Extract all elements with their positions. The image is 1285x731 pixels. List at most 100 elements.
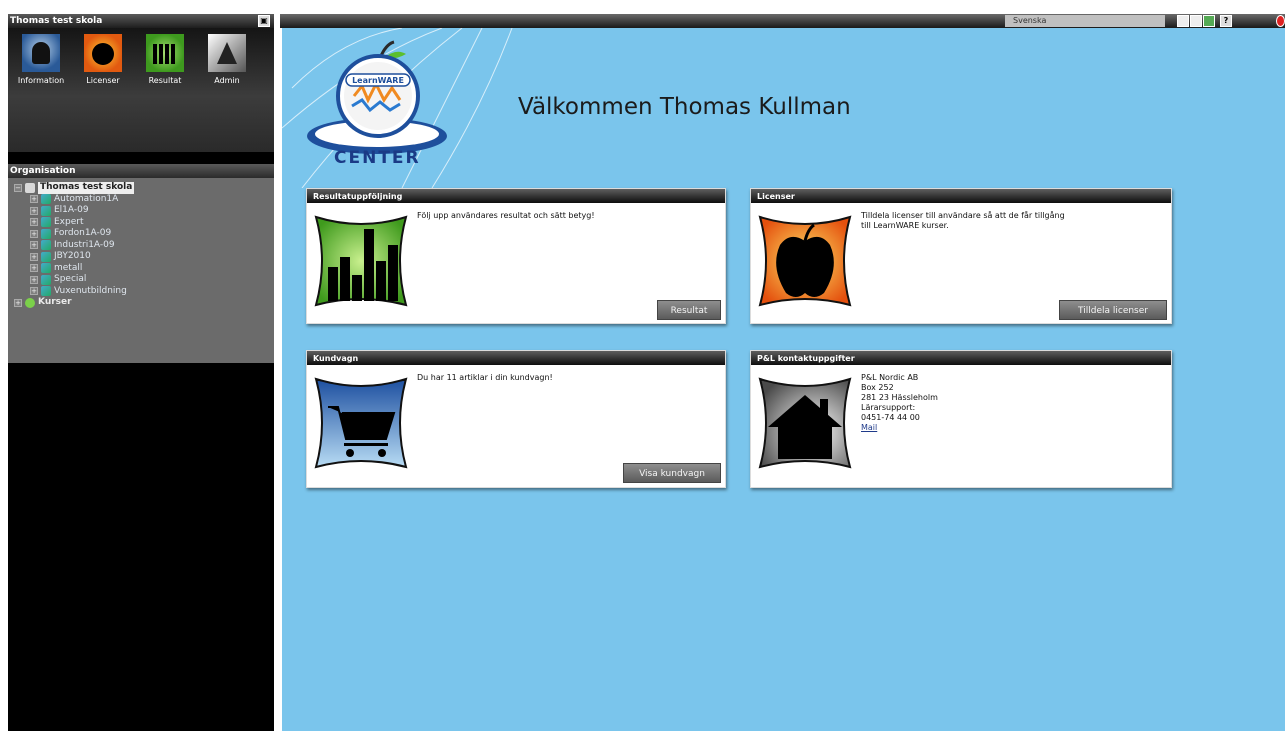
app-information[interactable]: Information [10,34,72,152]
collapse-panel-icon[interactable]: ▣ [258,15,270,27]
tree-item-label: Vuxenutbildning [54,285,127,296]
expand-icon[interactable]: + [30,218,38,227]
window-icon[interactable] [1190,15,1202,27]
tree-item-industri1a-09[interactable]: + Industri1A-09 [14,240,274,252]
expand-icon[interactable]: + [14,298,22,307]
language-select[interactable]: Svenska [1005,15,1165,27]
help-icon[interactable]: ? [1220,15,1232,27]
expand-icon[interactable]: + [30,195,38,204]
course-icon [25,297,35,308]
apple-icon [758,215,852,307]
tree-item-automation1a[interactable]: + Automation1A [14,194,274,206]
group-icon [41,228,51,239]
logo-text: CENTER [334,148,421,168]
expand-icon[interactable]: + [30,264,38,273]
contact-box: Box 252 [861,383,894,392]
tree-root-label: Thomas test skola [38,182,135,194]
card-kontakt-title: P&L kontaktuppgifter [751,351,1171,365]
card-kundvagn-text: Du har 11 artiklar i din kundvagn! [417,373,553,382]
contact-support-label: Lärarsupport: [861,403,916,412]
top-bar: Svenska ? [280,14,1285,28]
tree-item-label: Expert [54,216,84,227]
group-icon [41,274,51,285]
tree-root[interactable]: − Thomas test skola [14,182,274,194]
visa-kundvagn-button[interactable]: Visa kundvagn [623,463,721,483]
power-icon[interactable] [1276,15,1285,27]
expand-icon[interactable]: + [30,252,38,261]
information-icon [22,34,60,72]
contact-city: 281 23 Hässleholm [861,393,938,402]
shopping-cart-icon [314,377,408,469]
group-icon [41,205,51,216]
card-resultat-text: Följ upp användares resultat och sätt be… [417,211,595,220]
group-icon [41,263,51,274]
card-licenser-text: Tilldela licenser till användare så att … [861,211,1065,231]
resultat-button[interactable]: Resultat [657,300,721,320]
house-icon [758,377,852,469]
tree-item-vuxenutbildning[interactable]: + Vuxenutbildning [14,286,274,298]
app-information-label: Information [17,76,65,85]
welcome-heading: Välkommen Thomas Kullman [518,94,851,120]
admin-icon [208,34,246,72]
tree-item-label: Fordon1A-09 [54,228,112,238]
expand-icon[interactable]: + [30,275,38,284]
group-icon [41,286,51,297]
tree-item-jby2010[interactable]: + JBY2010 [14,251,274,263]
group-icon [41,240,51,251]
tree-item-label: metall [54,262,83,273]
card-licenser: Licenser Tilldela licenser till användar… [750,188,1172,324]
contact-mail-link[interactable]: Mail [861,423,877,432]
card-resultat-title: Resultatuppföljning [307,189,725,203]
school-titlebar: Thomas test skola ▣ [8,14,274,28]
app-resultat[interactable]: Resultat [134,34,196,152]
tree-item-kurser[interactable]: + Kurser [14,297,274,309]
contact-phone: 0451-74 44 00 [861,413,920,422]
tree-item-special[interactable]: + Special [14,274,274,286]
card-kontakt: P&L kontaktuppgifter P&L Nordic AB Box 2… [750,350,1172,488]
app-resultat-label: Resultat [148,76,182,85]
card-kontakt-text: P&L Nordic AB Box 252 281 23 Hässleholm … [861,373,938,433]
expand-icon[interactable]: + [30,287,38,296]
contact-company: P&L Nordic AB [861,373,919,382]
card-licenser-title: Licenser [751,189,1171,203]
card-kundvagn: Kundvagn Du har 11 artiklar i din kundva… [306,350,726,488]
app-licenser[interactable]: Licenser [72,34,134,152]
logo-brand: LearnWARE [352,76,404,85]
organisation-title: Organisation [10,166,76,176]
app-admin[interactable]: Admin [196,34,258,152]
tree-item-label: Industri1A-09 [54,239,115,250]
tree-item-expert[interactable]: + Expert [14,217,274,229]
group-icon [41,217,51,228]
card-licenser-text-line1: Tilldela licenser till användare så att … [861,211,1065,220]
app-admin-label: Admin [214,76,240,85]
app-licenser-label: Licenser [86,76,120,85]
screen-icon[interactable] [1203,15,1215,27]
expand-icon[interactable]: + [30,206,38,215]
group-icon [41,251,51,262]
card-resultat: Resultatuppföljning Följ upp användares … [306,188,726,324]
expand-icon[interactable]: + [30,229,38,238]
tree-item-label: Special [54,274,87,284]
organisation-tree: − Thomas test skola + Automation1A + El1… [8,178,274,363]
collapse-icon[interactable]: − [14,183,22,192]
main-area: LearnWARE CENTER Välkommen Thomas Kullma… [282,28,1285,731]
school-title: Thomas test skola [10,16,103,26]
results-chart-icon [314,215,408,307]
tree-item-metall[interactable]: + metall [14,263,274,275]
organisation-titlebar: Organisation [8,164,274,178]
group-icon [41,194,51,205]
tree-item-fordon1a-09[interactable]: + Fordon1A-09 [14,228,274,240]
tree-item-label: El1A-09 [54,205,89,215]
folder-icon [25,182,35,193]
left-panel: Thomas test skola ▣ Information Licenser… [8,14,274,731]
chart-icon [146,34,184,72]
expand-icon[interactable]: + [30,241,38,250]
tree-item-el1a-09[interactable]: + El1A-09 [14,205,274,217]
minimize-icon[interactable] [1177,15,1189,27]
tilldela-licenser-button[interactable]: Tilldela licenser [1059,300,1167,320]
card-licenser-text-line2: till LearnWARE kurser. [861,221,949,230]
apple-icon [84,34,122,72]
tree-item-label: Kurser [38,297,72,307]
app-launcher: Information Licenser Resultat Admin [8,28,274,152]
tree-item-label: JBY2010 [54,251,91,261]
